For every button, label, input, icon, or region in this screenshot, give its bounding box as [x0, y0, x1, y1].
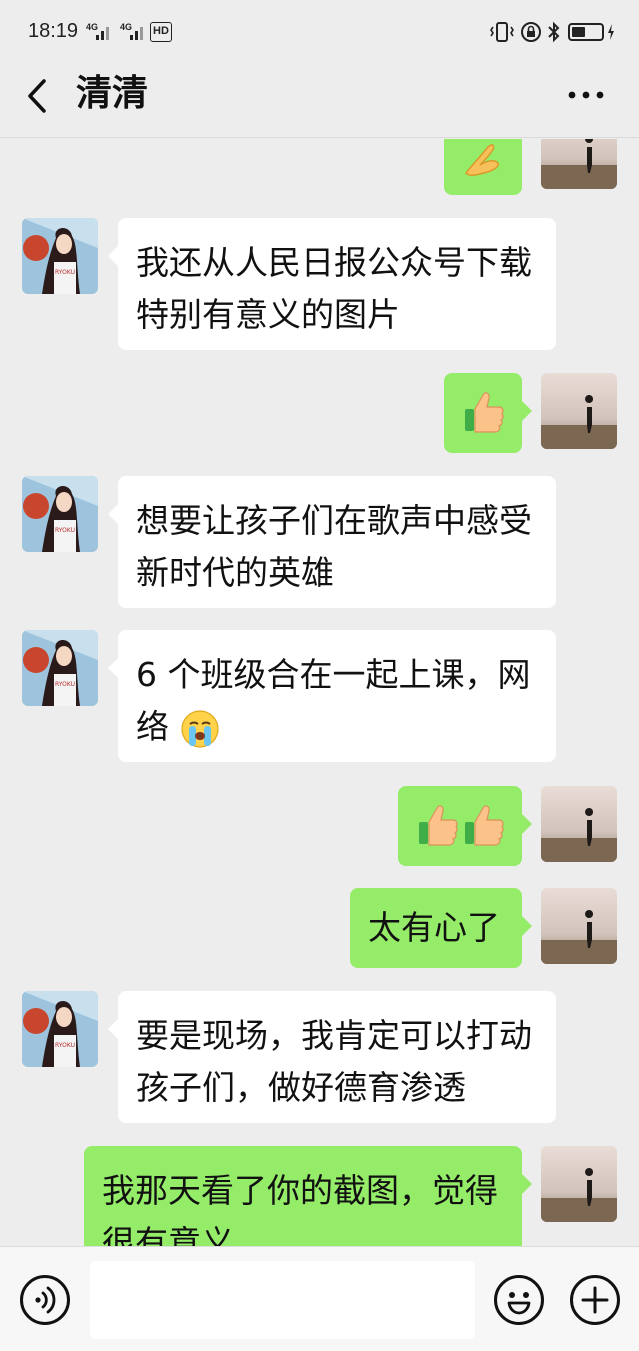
battery-icon: [568, 23, 604, 41]
bluetooth-icon: [548, 21, 560, 43]
message-line: 要是现场，我肯定可以打动: [136, 1016, 532, 1055]
message-bubble-sent[interactable]: [444, 373, 532, 453]
avatar-contact[interactable]: RYOKU: [22, 218, 98, 294]
thumbs-up-emoji: [419, 805, 458, 846]
avatar-contact[interactable]: RYOKU: [22, 476, 98, 552]
signal-strength-icon: [130, 24, 148, 40]
message-bubble-received[interactable]: 要是现场，我肯定可以打动 孩子们，做好德育渗透: [108, 991, 556, 1123]
hd-volte-badge: HD: [150, 22, 172, 42]
avatar-self[interactable]: [541, 373, 617, 449]
avatar-self[interactable]: [541, 139, 617, 189]
message-bubble-received[interactable]: 6 个班级合在一起上课，网 络: [108, 630, 556, 762]
message-input[interactable]: [90, 1261, 475, 1339]
pray-emoji: [465, 144, 500, 177]
message-line: 特别有意义的图片: [136, 295, 400, 334]
svg-text:RYOKU: RYOKU: [55, 269, 75, 276]
svg-text:RYOKU: RYOKU: [55, 1042, 75, 1049]
vibrate-icon: [490, 22, 514, 42]
message-line: 想要让孩子们在歌声中感受: [136, 501, 532, 540]
message-bubble-received[interactable]: 想要让孩子们在歌声中感受 新时代的英雄: [108, 476, 556, 608]
svg-text:RYOKU: RYOKU: [55, 527, 75, 534]
avatar-contact[interactable]: RYOKU: [22, 630, 98, 706]
avatar-self[interactable]: [541, 888, 617, 964]
avatar-self[interactable]: [541, 786, 617, 862]
chat-header: 清清: [0, 62, 639, 138]
message-line-with-emoji: 络: [136, 701, 538, 753]
message-line: 新时代的英雄: [136, 553, 334, 592]
message-line: 我还从人民日报公众号下载: [136, 243, 532, 282]
voice-icon[interactable]: [20, 1275, 70, 1325]
message-line: 6 个班级合在一起上课，网: [136, 655, 531, 694]
message-bubble-sent[interactable]: 太有心了: [350, 888, 532, 968]
message-bubble-received[interactable]: 我还从人民日报公众号下载 特别有意义的图片: [108, 218, 556, 350]
thumbs-up-emoji: [465, 392, 504, 433]
chevron-left-icon[interactable]: [22, 78, 52, 114]
message-line: 我那天看了你的截图，觉得: [102, 1171, 498, 1210]
crying-emoji: [180, 709, 219, 748]
message-line: 很有意义: [102, 1223, 234, 1246]
input-bar: [0, 1246, 639, 1351]
status-time: 18:19: [28, 20, 79, 42]
message-bubble-sent[interactable]: 我那天看了你的截图，觉得 很有意义: [84, 1146, 532, 1246]
lock-rotation-icon: [521, 22, 541, 42]
message-bubble-sent[interactable]: [444, 139, 522, 195]
message-line: 孩子们，做好德育渗透: [136, 1068, 466, 1107]
thumbs-up-emoji: [465, 805, 504, 846]
chat-title: 清清: [76, 73, 149, 114]
message-line: 太有心了: [368, 908, 500, 947]
avatar-self[interactable]: [541, 1146, 617, 1222]
status-bar: 18:19 4G 4G HD: [0, 0, 639, 62]
svg-text:RYOKU: RYOKU: [55, 681, 75, 688]
message-list[interactable]: RYOKU 我还从人民日报公众号下载 特别有意义的图片 RYOKU 想要让孩子们…: [0, 139, 639, 1246]
message-bubble-sent[interactable]: [398, 786, 532, 866]
more-horizontal-icon[interactable]: [566, 82, 606, 108]
avatar-contact[interactable]: RYOKU: [22, 991, 98, 1067]
smiley-icon[interactable]: [494, 1275, 544, 1325]
plus-icon[interactable]: [570, 1275, 620, 1325]
charging-icon: [608, 24, 614, 40]
signal-strength-icon: [96, 24, 114, 40]
